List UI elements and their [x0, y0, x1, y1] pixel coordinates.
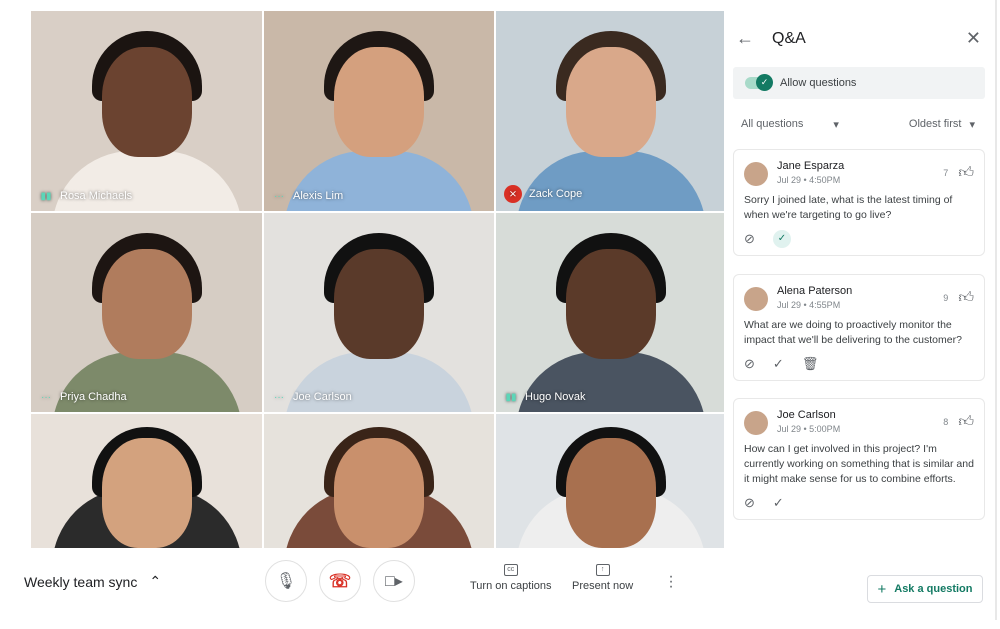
participant-tile[interactable]: ⨯ Zack Cope: [496, 11, 725, 211]
question-text: How can I get involved in this project? …: [744, 443, 974, 485]
participant-tile[interactable]: ··· Joe Carlson: [264, 213, 494, 412]
participant-tile[interactable]: ▮▮ Hugo Novak: [496, 213, 725, 412]
audio-level-icon: ▮▮: [40, 190, 52, 202]
present-now-button[interactable]: ↑ Present now: [572, 564, 633, 592]
participant-name: Rosa Michaels: [60, 190, 133, 202]
participant-tile[interactable]: ··· Alexis Lim: [264, 11, 494, 211]
close-icon[interactable]: ✕: [966, 28, 981, 49]
hang-up-icon: ☏: [328, 570, 352, 591]
question-time: Jul 29 • 5:00PM: [777, 424, 841, 434]
present-icon: ↑: [595, 564, 610, 576]
audio-level-icon: ▮▮: [505, 391, 517, 403]
camera-icon: □▸: [385, 573, 403, 590]
participant-tile[interactable]: ··· Priya Chadha: [31, 213, 262, 412]
thumbs-up-icon[interactable]: 👍︎: [958, 413, 974, 431]
participant-name-label: ⨯ Zack Cope: [504, 185, 582, 203]
answered-check-icon[interactable]: ✓: [772, 230, 791, 248]
meeting-title: Weekly team sync: [24, 573, 138, 590]
question-card: Jane Esparza Jul 29 • 4:50PM 7 👍︎ Sorry I…: [733, 149, 985, 256]
question-card: Alena Paterson Jul 29 • 4:55PM 9 👍︎ What …: [733, 274, 985, 381]
participant-name-label: ▮▮ Hugo Novak: [504, 390, 586, 404]
question-filter-dropdown[interactable]: All questions ▾: [741, 118, 839, 131]
panel-title: Q&A: [772, 29, 806, 47]
captions-icon: cc: [503, 564, 518, 576]
participant-name-label: ··· Priya Chadha: [39, 390, 127, 404]
hang-up-button[interactable]: ☏: [319, 560, 361, 602]
dropdown-arrow-icon: ▾: [833, 119, 839, 131]
allow-questions-toggle[interactable]: ✓: [745, 74, 773, 91]
microphone-icon: 🎙: [275, 573, 297, 590]
avatar: [744, 287, 768, 311]
camera-button[interactable]: □▸: [373, 560, 415, 602]
mic-muted-icon: ⨯: [504, 185, 522, 203]
participant-name-label: ··· Alexis Lim: [272, 189, 343, 203]
thumbs-up-icon[interactable]: 👍︎: [958, 289, 974, 307]
ask-question-label: Ask a question: [894, 583, 973, 595]
question-author: Joe Carlson: [777, 409, 836, 421]
sort-dropdown[interactable]: Oldest first ▾: [909, 118, 975, 131]
participant-tile[interactable]: ▮▮ Rosa Michaels: [31, 11, 262, 211]
audio-dots-icon: ···: [274, 190, 284, 202]
dropdown-arrow-icon: ▾: [969, 119, 975, 131]
captions-label: Turn on captions: [470, 580, 552, 592]
audio-dots-icon: ···: [274, 391, 284, 403]
question-author: Alena Paterson: [777, 285, 853, 297]
captions-button[interactable]: cc Turn on captions: [470, 564, 552, 592]
allow-questions-row: ✓ Allow questions: [733, 67, 985, 99]
participant-tile[interactable]: [31, 414, 262, 548]
hide-icon[interactable]: ⊘: [744, 495, 755, 511]
participant-name: Joe Carlson: [293, 391, 352, 403]
filter-value: All questions: [741, 118, 804, 130]
qa-panel: ← Q&A ✕ ✓ Allow questions All questions ▾…: [724, 0, 997, 620]
more-options-icon[interactable]: · · ·: [668, 569, 674, 595]
question-author: Jane Esparza: [777, 160, 845, 172]
sort-value: Oldest first: [908, 118, 962, 130]
thumbs-up-icon[interactable]: 👍︎: [958, 164, 974, 182]
mark-answered-icon[interactable]: ✓: [773, 356, 784, 372]
mark-answered-icon[interactable]: ✓: [773, 495, 784, 511]
question-text: Sorry I joined late, what is the latest …: [744, 194, 953, 221]
check-icon: ✓: [756, 74, 773, 91]
participant-tile[interactable]: [496, 414, 725, 548]
meeting-details-button[interactable]: Weekly team sync ⌃: [24, 573, 161, 590]
participant-name: Hugo Novak: [525, 391, 586, 403]
plus-icon: +: [877, 580, 887, 598]
upvote-count: 9: [943, 293, 949, 303]
allow-questions-label: Allow questions: [780, 77, 857, 89]
microphone-button[interactable]: 🎙: [265, 560, 307, 602]
participant-name: Alexis Lim: [293, 190, 344, 202]
ask-question-button[interactable]: + Ask a question: [867, 575, 983, 603]
hide-icon[interactable]: ⊘: [744, 231, 755, 247]
participant-name-label: ▮▮ Rosa Michaels: [39, 189, 132, 203]
participant-name: Zack Cope: [529, 188, 583, 200]
avatar: [744, 411, 768, 435]
back-arrow-icon[interactable]: ←: [736, 28, 772, 49]
audio-dots-icon: ···: [41, 391, 51, 403]
participant-tile[interactable]: [264, 414, 494, 548]
chevron-up-icon: ⌃: [149, 573, 162, 589]
video-grid: ▮▮ Rosa Michaels ··· Alexis Lim ⨯ Zack Cope ··…: [31, 11, 725, 548]
avatar: [744, 162, 768, 186]
question-card: Joe Carlson Jul 29 • 5:00PM 8 👍︎ How can …: [733, 398, 985, 520]
participant-name: Priya Chadha: [60, 391, 127, 403]
participant-name-label: ··· Joe Carlson: [272, 390, 352, 404]
present-label: Present now: [572, 580, 634, 592]
question-time: Jul 29 • 4:55PM: [777, 300, 841, 310]
question-time: Jul 29 • 4:50PM: [777, 175, 841, 185]
upvote-count: 7: [943, 168, 949, 178]
delete-icon[interactable]: 🗑︎: [802, 356, 819, 372]
call-controls-bar: Weekly team sync ⌃ 🎙 ☏ □▸ cc Turn on cap…: [0, 548, 723, 618]
hide-icon[interactable]: ⊘: [744, 356, 755, 372]
question-text: What are we doing to proactively monitor…: [744, 319, 962, 346]
upvote-count: 8: [943, 417, 949, 427]
